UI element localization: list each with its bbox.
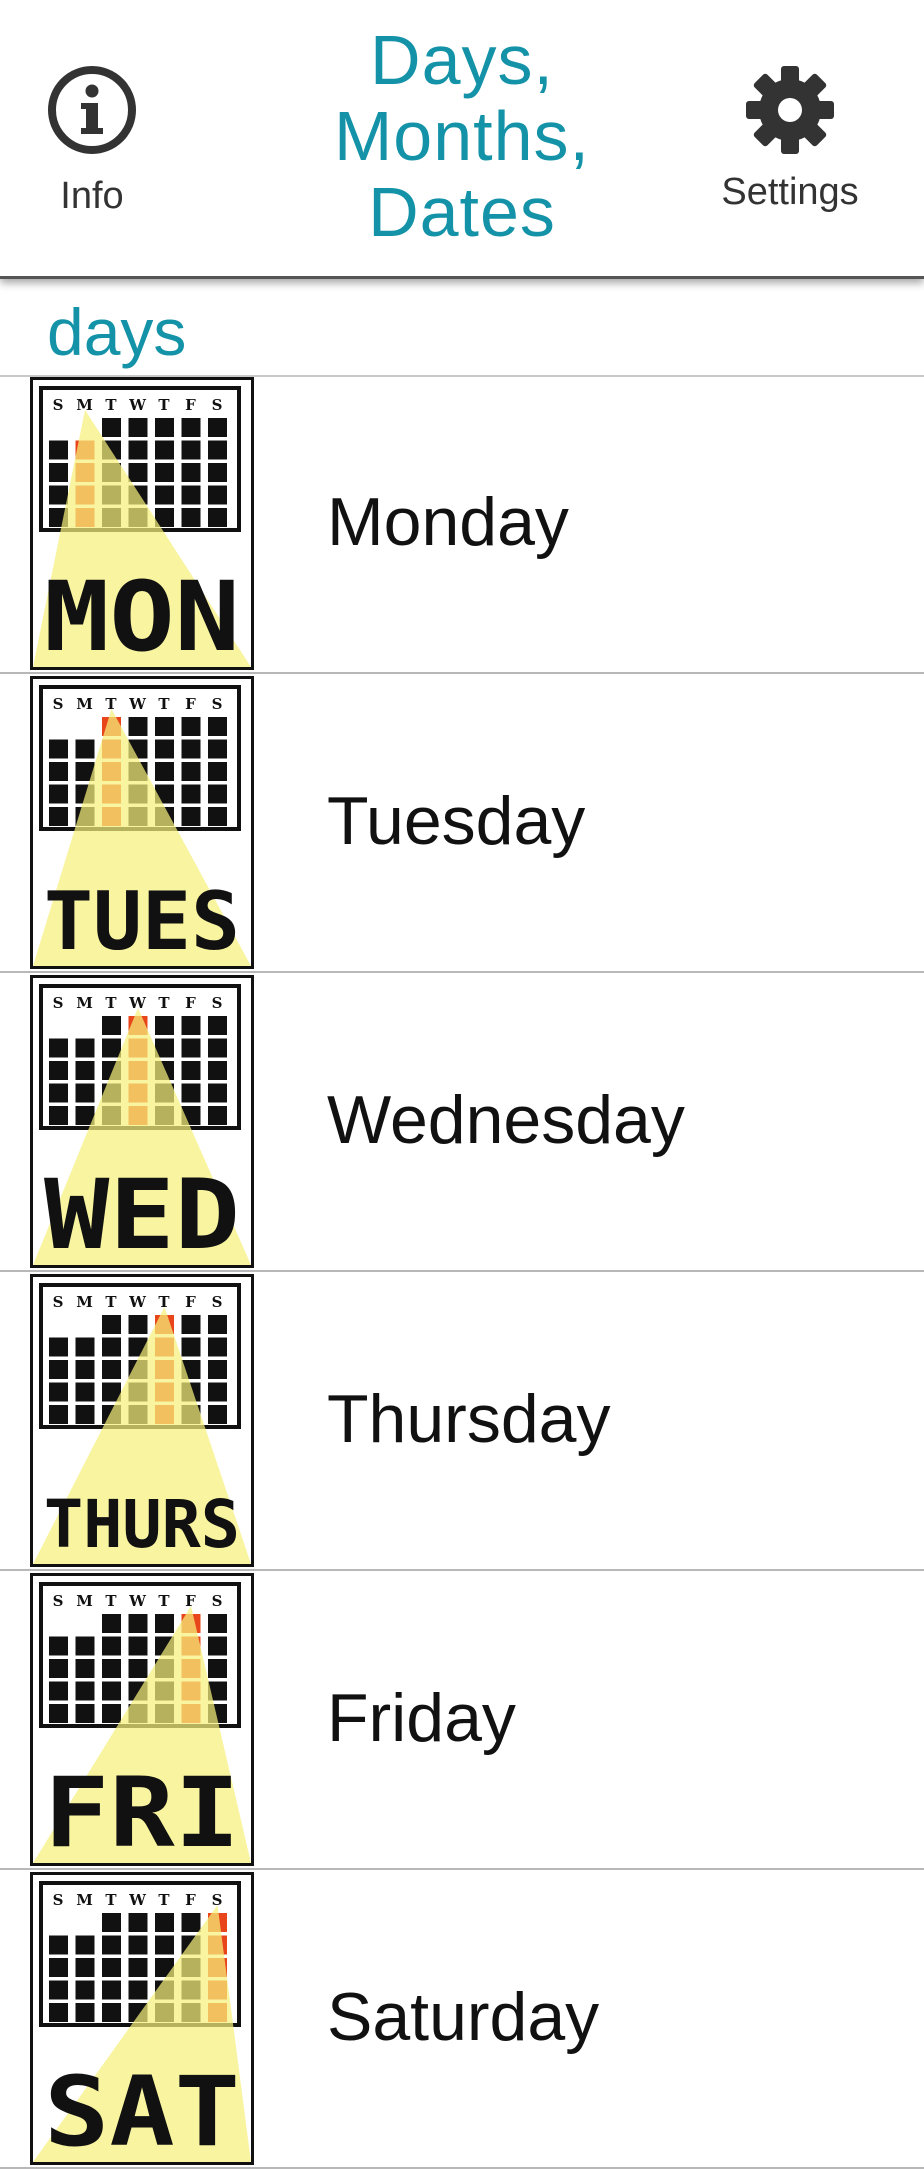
page-title: Days, Months, Dates: [262, 22, 662, 250]
day-abbreviation: FRI: [44, 1757, 240, 1863]
list-item[interactable]: S M T W T F S WED Wednesday: [0, 973, 924, 1272]
svg-text:T: T: [105, 1293, 117, 1311]
svg-text:F: F: [185, 994, 196, 1012]
svg-text:F: F: [185, 695, 196, 713]
svg-text:S: S: [53, 396, 64, 414]
svg-text:S: S: [53, 1293, 64, 1311]
svg-text:S: S: [212, 1293, 223, 1311]
svg-text:S: S: [53, 994, 64, 1012]
svg-text:T: T: [158, 695, 170, 713]
list-item[interactable]: S M T W T F S FRI Friday: [0, 1571, 924, 1870]
top-bar: Info Days, Months, Dates Settings: [0, 0, 924, 279]
svg-text:T: T: [105, 1592, 117, 1610]
day-label: Tuesday: [327, 783, 586, 859]
svg-text:F: F: [185, 1293, 196, 1311]
day-abbreviation: THURS: [44, 1486, 240, 1563]
day-abbreviation: MON: [44, 561, 240, 667]
title-line-1: Days,: [370, 21, 554, 99]
svg-text:T: T: [105, 1891, 117, 1909]
svg-text:S: S: [53, 695, 64, 713]
svg-text:M: M: [76, 1891, 93, 1909]
svg-text:S: S: [212, 994, 223, 1012]
list-item[interactable]: S M T W T F S THURS Thursday: [0, 1272, 924, 1571]
svg-text:F: F: [185, 1891, 196, 1909]
svg-text:M: M: [76, 994, 93, 1012]
day-label: Thursday: [327, 1381, 611, 1457]
info-icon: [46, 64, 138, 161]
svg-text:T: T: [158, 396, 170, 414]
day-label: Monday: [327, 484, 569, 560]
svg-text:S: S: [53, 1592, 64, 1610]
svg-text:W: W: [128, 1891, 147, 1909]
svg-text:W: W: [128, 1592, 147, 1610]
list-item[interactable]: S M T W T F S MON Monday: [0, 375, 924, 674]
svg-text:M: M: [76, 396, 93, 414]
day-calendar-icon: S M T W T F S TUES: [30, 676, 254, 969]
day-calendar-icon: S M T W T F S WED: [30, 975, 254, 1268]
day-abbreviation: WED: [44, 1159, 240, 1265]
svg-text:T: T: [105, 396, 117, 414]
settings-label: Settings: [721, 171, 859, 213]
svg-text:F: F: [185, 396, 196, 414]
info-label: Info: [60, 175, 124, 217]
svg-text:S: S: [212, 1592, 223, 1610]
section-title: days: [47, 295, 187, 369]
day-label: Saturday: [327, 1979, 600, 2055]
title-line-2: Months,: [334, 97, 590, 175]
svg-text:W: W: [128, 396, 147, 414]
day-abbreviation: SAT: [44, 2056, 240, 2162]
day-abbreviation: TUES: [44, 875, 240, 966]
svg-text:S: S: [53, 1891, 64, 1909]
day-calendar-icon: S M T W T F S SAT: [30, 1872, 254, 2165]
svg-text:T: T: [158, 994, 170, 1012]
day-list: S M T W T F S MON Monday S M T W T F S TUES Tuesday S M T W T F…: [0, 375, 924, 2169]
settings-button[interactable]: Settings: [712, 64, 868, 214]
svg-text:W: W: [128, 695, 147, 713]
svg-text:M: M: [76, 695, 93, 713]
title-line-3: Dates: [368, 173, 556, 251]
svg-text:T: T: [158, 1891, 170, 1909]
section-header: days: [0, 280, 924, 377]
gear-icon: [744, 64, 836, 161]
svg-text:M: M: [76, 1293, 93, 1311]
svg-text:S: S: [212, 396, 223, 414]
svg-text:T: T: [105, 994, 117, 1012]
day-calendar-icon: S M T W T F S FRI: [30, 1573, 254, 1866]
day-label: Wednesday: [327, 1082, 685, 1158]
svg-text:S: S: [212, 695, 223, 713]
svg-text:W: W: [128, 1293, 147, 1311]
day-calendar-icon: S M T W T F S THURS: [30, 1274, 254, 1567]
info-button[interactable]: Info: [44, 64, 140, 218]
list-item[interactable]: S M T W T F S SAT Saturday: [0, 1870, 924, 2169]
list-item[interactable]: S M T W T F S TUES Tuesday: [0, 674, 924, 973]
svg-text:T: T: [158, 1592, 170, 1610]
day-label: Friday: [327, 1680, 516, 1756]
svg-text:M: M: [76, 1592, 93, 1610]
day-calendar-icon: S M T W T F S MON: [30, 377, 254, 670]
